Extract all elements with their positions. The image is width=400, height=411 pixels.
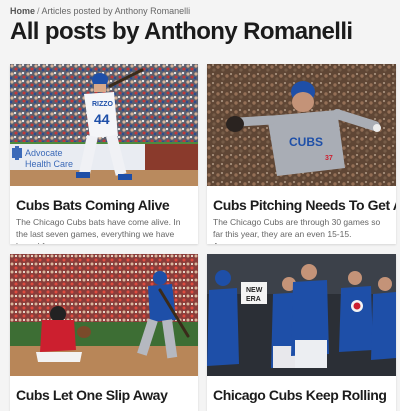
post-excerpt: The Chicago Cubs bats have come alive. I…	[16, 217, 181, 244]
sign-text-2: ERA	[246, 296, 261, 303]
jersey-number: 37	[325, 155, 333, 162]
post-card[interactable]: NEW ERA Chicago Cubs Keep Rolling	[207, 254, 396, 411]
batter-photo: Advocate Health Care RIZZO 44	[10, 64, 198, 186]
post-card[interactable]: Advocate Health Care RIZZO 44 Cubs Bats …	[10, 64, 198, 244]
post-image[interactable]	[10, 254, 198, 376]
jersey-name: CUBS	[289, 135, 323, 149]
post-excerpt: The Chicago Cubs are through 30 games so…	[213, 217, 381, 244]
post-title-link[interactable]: Cubs Pitching Needs To Get A Grip	[213, 197, 396, 213]
post-image[interactable]: NEW ERA	[207, 254, 396, 376]
post-image[interactable]: Advocate Health Care RIZZO 44	[10, 64, 198, 186]
post-image[interactable]: CUBS 37	[207, 64, 396, 186]
posts-grid: Advocate Health Care RIZZO 44 Cubs Bats …	[0, 0, 400, 411]
jersey-name: RIZZO	[92, 101, 114, 108]
ad-banner-text: Advocate	[25, 148, 63, 158]
ad-banner-text-2: Health Care	[25, 159, 73, 169]
post-card[interactable]: Cubs Let One Slip Away	[10, 254, 198, 411]
pitcher-photo: CUBS 37	[207, 64, 396, 186]
post-title-link[interactable]: Cubs Bats Coming Alive	[16, 197, 170, 213]
post-title-link[interactable]: Cubs Let One Slip Away	[16, 387, 168, 403]
post-title-link[interactable]: Chicago Cubs Keep Rolling	[213, 387, 387, 403]
plate-photo	[10, 254, 198, 376]
jersey-number: 44	[94, 111, 110, 127]
dugout-photo: NEW ERA	[207, 254, 396, 376]
post-card[interactable]: CUBS 37 Cubs Pitching Needs To Get A Gri…	[207, 64, 396, 244]
sign-text: NEW	[246, 287, 263, 294]
